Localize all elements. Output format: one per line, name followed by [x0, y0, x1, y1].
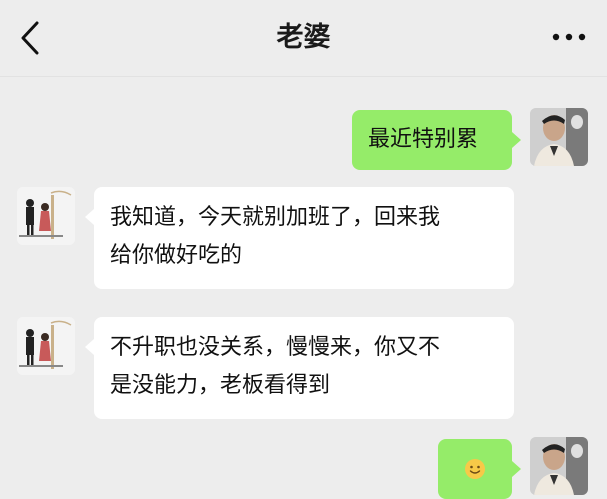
message-bubble-received[interactable]: 不升职也没关系，慢慢来，你又不 是没能力，老板看得到	[94, 317, 514, 419]
chat-title: 老婆	[276, 22, 331, 53]
chat-header: 老婆	[0, 0, 607, 77]
bubble-tail	[512, 461, 521, 477]
message-text-line: 是没能力，老板看得到	[110, 373, 331, 398]
avatar-photo-icon	[530, 437, 588, 495]
avatar-contact[interactable]	[17, 317, 75, 375]
message-text-line: 我知道，今天就别加班了，回来我	[110, 205, 441, 230]
avatar-couple-icon	[17, 317, 75, 375]
chat-area: 最近特别累 我知道，今天就别加班了，回来我 给你做好吃的 不升职也没关系，慢慢来…	[0, 77, 607, 499]
bubble-tail	[85, 339, 94, 355]
smile-emoji-icon	[465, 459, 485, 479]
avatar-couple-icon	[17, 187, 75, 245]
message-bubble-sent[interactable]	[438, 439, 512, 499]
message-text-line: 给你做好吃的	[110, 243, 243, 268]
message-bubble-sent[interactable]: 最近特别累	[352, 110, 512, 170]
avatar-photo-icon	[530, 108, 588, 166]
message-bubble-received[interactable]: 我知道，今天就别加班了，回来我 给你做好吃的	[94, 187, 514, 289]
avatar-me[interactable]	[530, 437, 588, 495]
message-text: 最近特别累	[368, 127, 479, 152]
avatar-me[interactable]	[530, 108, 588, 166]
message-text-line: 不升职也没关系，慢慢来，你又不	[110, 335, 441, 360]
more-dots-icon	[552, 33, 586, 41]
bubble-tail	[85, 209, 94, 225]
avatar-contact[interactable]	[17, 187, 75, 245]
more-button[interactable]	[547, 22, 591, 52]
bubble-tail	[512, 132, 521, 148]
